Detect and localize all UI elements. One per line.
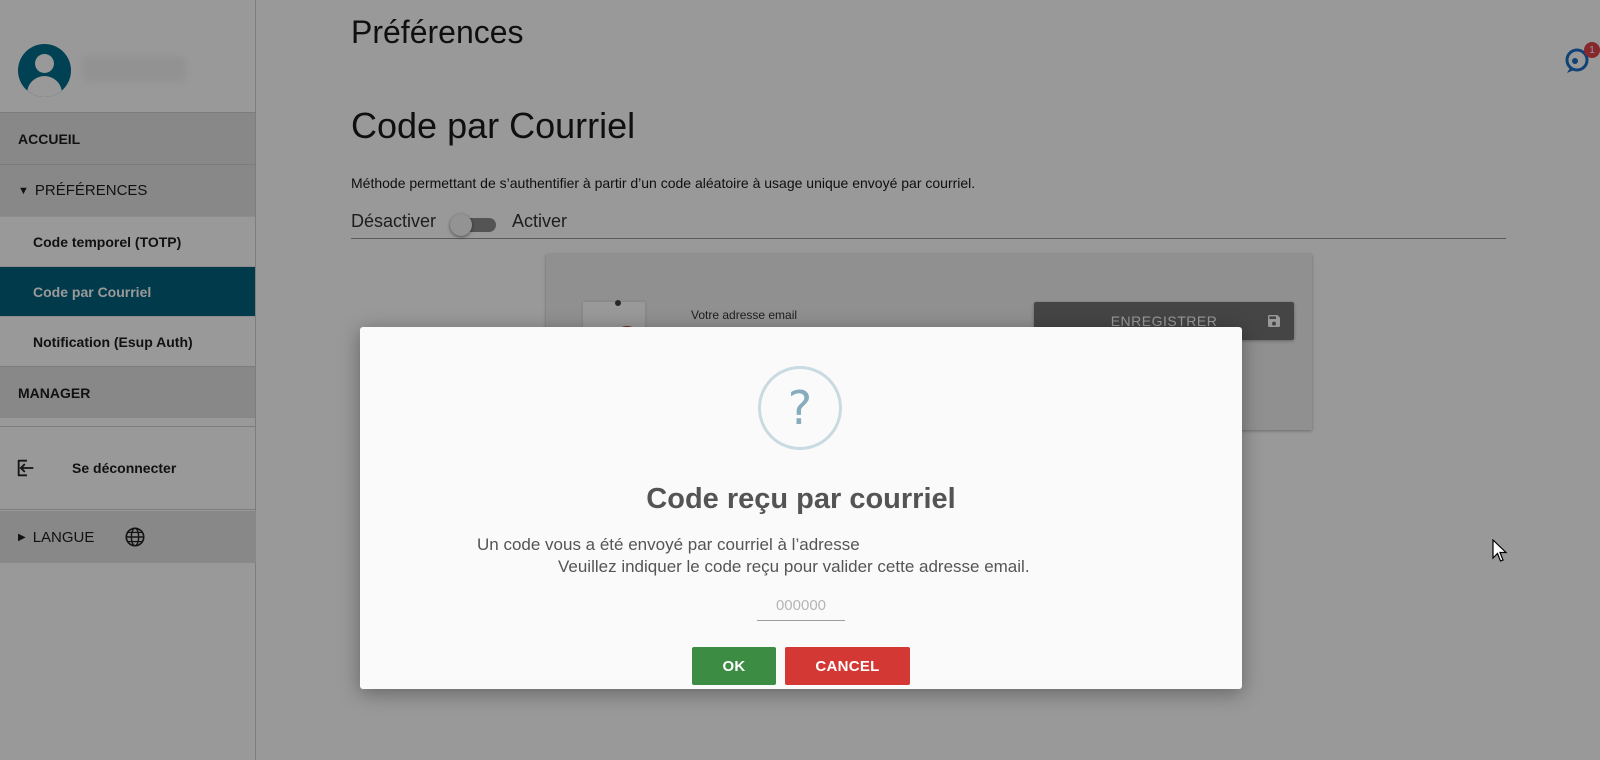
dialog-message-line1: Un code vous a été envoyé par courriel à… [477, 535, 860, 554]
cancel-button[interactable]: CANCEL [785, 647, 910, 685]
ok-button[interactable]: OK [692, 647, 776, 685]
mouse-cursor-icon [1492, 539, 1508, 562]
dialog-title: Code reçu par courriel [646, 483, 956, 515]
code-input[interactable] [757, 591, 845, 621]
confirmation-dialog: ? Code reçu par courriel Un code vous a … [360, 327, 1242, 689]
question-mark-icon: ? [758, 366, 842, 450]
dialog-message-line2: Veuillez indiquer le code reçu pour vali… [558, 557, 1030, 576]
